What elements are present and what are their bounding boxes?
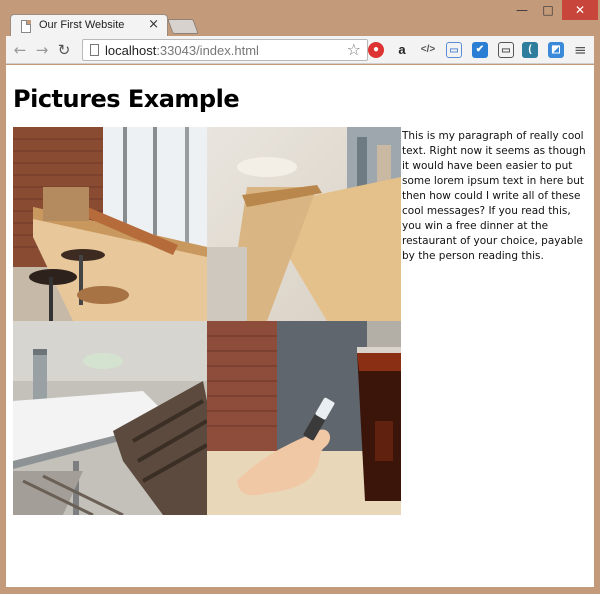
chrome-menu-icon[interactable]: ≡	[574, 42, 588, 58]
forward-button[interactable]: →	[32, 40, 52, 60]
page-icon	[90, 44, 99, 56]
new-tab-button[interactable]	[167, 19, 199, 34]
page-icon	[21, 20, 31, 33]
tab-our-first-website[interactable]: Our First Website ×	[10, 14, 168, 38]
minimize-button[interactable]: —	[510, 0, 534, 20]
cafe-counter-photo	[13, 127, 207, 321]
body-paragraph: This is my paragraph of really cool text…	[402, 130, 586, 262]
maximize-button[interactable]: □	[536, 0, 560, 20]
url-text[interactable]: localhost:33043/index.html	[105, 43, 259, 58]
extension-icon-1[interactable]: ●	[368, 42, 384, 58]
wooden-bar-photo	[207, 127, 401, 321]
extension-icon-7[interactable]: (	[522, 42, 538, 58]
extension-icon-8[interactable]: ◩	[548, 42, 564, 58]
page-title: Pictures Example	[13, 85, 240, 113]
url-host: localhost	[105, 43, 157, 58]
browser-toolbar: ← → ↻ localhost:33043/index.html ☆ ● a <…	[6, 36, 594, 64]
reload-button[interactable]: ↻	[54, 40, 74, 60]
tab-close-icon[interactable]: ×	[148, 18, 159, 32]
back-button[interactable]: ←	[10, 40, 30, 60]
browser-window: Our First Website × — □ ✕ ← → ↻ localhos…	[0, 0, 600, 594]
check-extension-icon[interactable]: ✔	[472, 42, 488, 58]
amazon-extension-icon[interactable]: a	[394, 42, 410, 58]
tab-title: Our First Website	[39, 19, 125, 31]
close-window-button[interactable]: ✕	[562, 0, 598, 20]
cafe-table-photo	[13, 321, 207, 515]
title-bar: Our First Website × — □ ✕	[0, 0, 600, 38]
url-path: :33043/index.html	[156, 43, 259, 58]
address-bar[interactable]: localhost:33043/index.html ☆	[82, 39, 368, 61]
cast-icon[interactable]: ▭	[498, 42, 514, 58]
extension-icon-4[interactable]: ▭	[446, 42, 462, 58]
bookmark-star-icon[interactable]: ☆	[347, 40, 361, 59]
phone-and-drink-photo	[207, 321, 401, 515]
code-extension-icon[interactable]: </>	[420, 42, 436, 58]
page-viewport: Pictures Example This is my paragraph of…	[6, 65, 594, 587]
